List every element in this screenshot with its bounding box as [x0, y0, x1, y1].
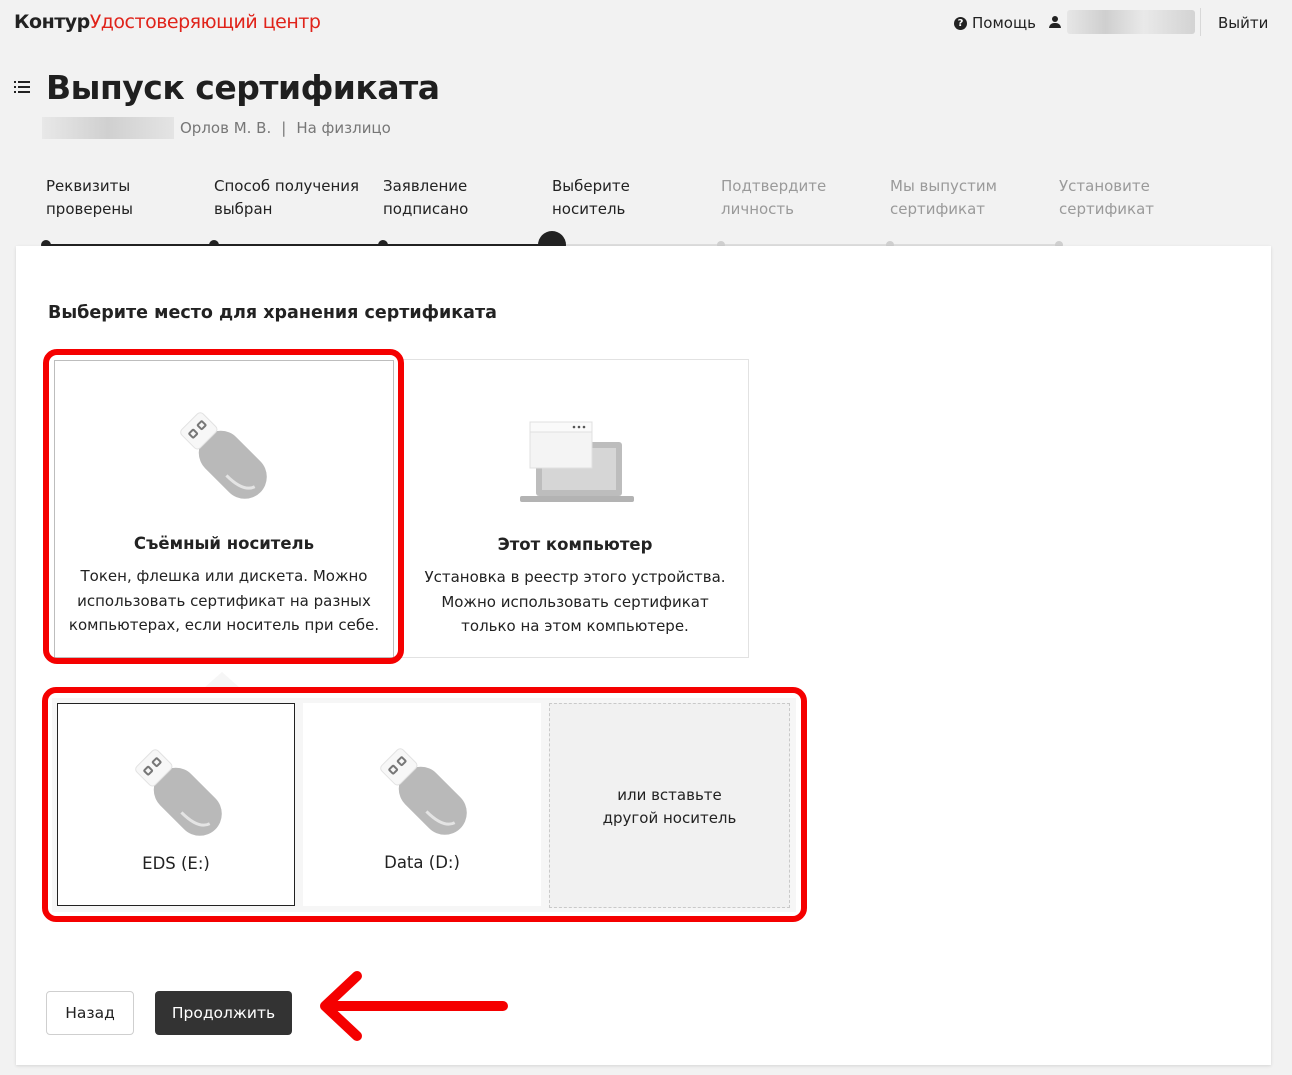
help-link[interactable]: ? Помощь — [954, 14, 1036, 32]
annotation-frame-media-option — [43, 349, 404, 664]
user-menu[interactable] — [1049, 10, 1195, 34]
option-this-computer[interactable]: Этот компьютер Установка в реестр этого … — [401, 359, 749, 658]
owner-name: Орлов М. В. — [180, 119, 272, 137]
step-issue: Мы выпустим сертификат — [890, 177, 997, 218]
page-subtitle: Орлов М. В. | На физлицо — [42, 117, 391, 139]
step-install: Установите сертификат — [1059, 177, 1155, 218]
brand-product: Удостоверяющий центр — [89, 11, 321, 33]
top-bar: КонтурУдостоверяющий центр ? Помощь Выйт… — [0, 0, 1292, 46]
brand-name: Контур — [14, 11, 90, 33]
step-application: Заявление подписано — [383, 177, 469, 218]
question-icon: ? — [954, 16, 967, 30]
logout-link[interactable]: Выйти — [1218, 14, 1268, 32]
certificate-type: На физлицо — [296, 119, 391, 137]
step-requisites: Реквизиты проверены — [46, 177, 133, 218]
laptop-window-icon — [520, 421, 634, 502]
header-divider — [1200, 8, 1201, 36]
org-name-redacted — [42, 117, 174, 139]
step-select-media: Выберите носитель — [552, 177, 630, 218]
step-confirm-identity: Подтвердите личность — [721, 177, 827, 218]
annotation-frame-drives — [42, 687, 807, 922]
step-method: Способ получения выбран — [214, 177, 360, 218]
continue-button[interactable]: Продолжить — [155, 991, 292, 1035]
back-button[interactable]: Назад — [46, 991, 134, 1035]
logo[interactable]: КонтурУдостоверяющий центр — [14, 11, 321, 33]
selection-pointer — [204, 672, 240, 688]
subtitle-separator: | — [281, 119, 287, 137]
user-name-redacted — [1067, 10, 1195, 34]
option-description: Установка в реестр этого устройства. Мож… — [424, 568, 726, 635]
user-icon — [1049, 16, 1061, 28]
help-label: Помощь — [972, 14, 1036, 32]
page-title: Выпуск сертификата — [46, 68, 440, 107]
list-menu-icon[interactable] — [14, 80, 30, 94]
annotation-arrow-icon — [320, 971, 508, 1041]
storage-heading: Выберите место для хранения сертификата — [48, 303, 497, 323]
option-title: Этот компьютер — [497, 535, 653, 554]
